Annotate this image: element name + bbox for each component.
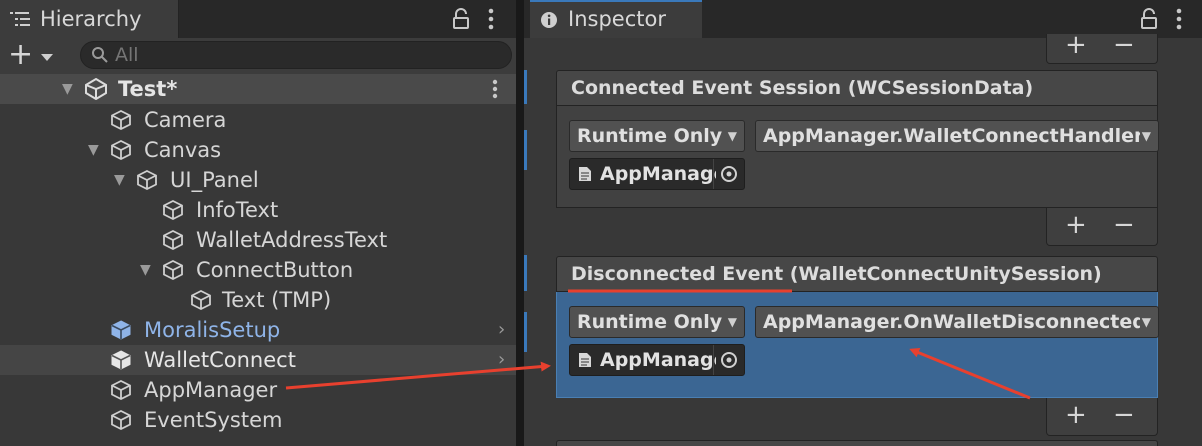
annotation-arrow-icon <box>909 348 1031 400</box>
annotation-arrow-icon <box>285 361 551 390</box>
annotation-overlay <box>285 289 1031 400</box>
